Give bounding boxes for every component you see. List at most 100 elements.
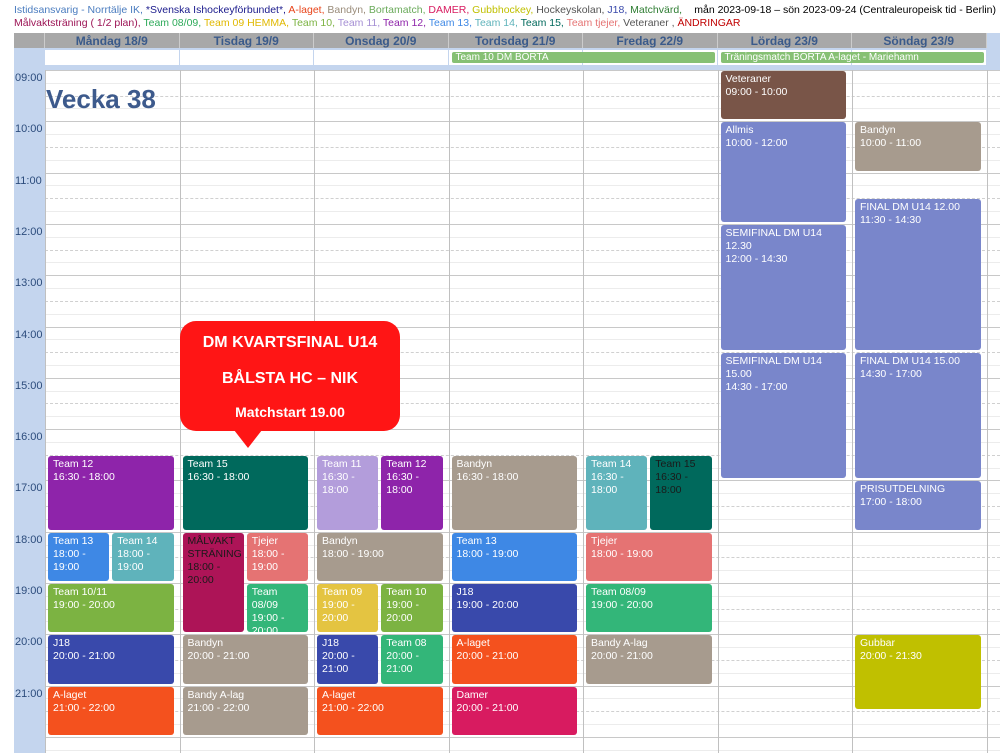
calendar-event[interactable]: Team 12 16:30 - 18:00 [381,455,443,530]
event-time: 18:00 - 19:00 [117,547,150,573]
day-header[interactable]: Söndag 23/9 [852,33,987,48]
event-title: Team 09 [322,586,363,598]
week-calendar: Måndag 18/9 Tisdag 19/9 Onsdag 20/9 Tordsda… [14,33,1000,753]
event-title: Team 15 [187,457,228,470]
day-divider [583,70,584,753]
calendar-event[interactable]: Team 14 16:30 - 18:00 [586,455,648,530]
calendar-event[interactable]: Team 14 18:00 - 19:00 [112,532,174,581]
event-time: 17:00 - 18:00 [860,496,922,509]
legend-item: J18, [607,4,631,16]
hour-line [45,82,1000,84]
event-time: 20:00 - 21:00 [386,650,419,676]
time-label: 21:00 [15,687,43,700]
calendar-event[interactable]: A-laget 20:00 - 21:00 [451,635,577,684]
calendar-event[interactable]: SEMIFINAL DM U14 12.30 12:00 - 14:30 [720,224,846,351]
calendar-event[interactable]: Gubbar 20:00 - 21:30 [855,635,981,710]
calendar-event[interactable]: Team 09 19:00 - 20:00 [317,584,379,633]
day-header[interactable]: Fredag 22/9 [583,33,718,48]
event-time: 21:00 - 22:00 [53,701,115,714]
allday-event[interactable]: Team 10 DM BORTA [451,52,715,63]
legend-line-2: Målvaktsträning ( 1/2 plan), Team 08/09,… [14,17,1000,30]
event-time: 14:30 - 17:00 [725,381,788,394]
event-title: Team 10 [386,586,427,598]
calendar-event[interactable]: Team 08 20:00 - 21:00 [381,635,443,684]
day-header[interactable]: Tisdag 19/9 [179,33,314,48]
day-divider [986,70,988,753]
event-title: J18 [53,637,70,650]
time-label: 10:00 [15,123,43,136]
event-title: Team 13 [456,534,497,547]
calendar-event[interactable]: PRISUTDELNING 17:00 - 18:00 [855,481,981,530]
allday-cell[interactable] [45,50,180,65]
event-title: Bandy A-lag [187,688,245,701]
day-header[interactable]: Onsdag 20/9 [314,33,449,48]
legend-item: Bandyn, [327,4,369,16]
event-time: 16:30 - 18:00 [456,470,519,483]
allday-cell[interactable] [314,50,449,65]
calendar-event[interactable]: A-laget 21:00 - 22:00 [48,686,174,735]
calendar-event[interactable]: FINAL DM U14 15.00 14:30 - 17:00 [855,353,981,479]
event-time: 18:00 - 19:00 [53,547,86,573]
calendar-event[interactable]: Team 15 16:30 - 18:00 [182,455,308,530]
calendar-event[interactable]: FINAL DM U14 12.00 11:30 - 14:30 [855,199,981,351]
calendar-event[interactable]: J18 20:00 - 21:00 [48,635,174,684]
legend-item: Team 13, [428,17,475,29]
calendar-event[interactable]: SEMIFINAL DM U14 15.00 14:30 - 17:00 [720,353,846,479]
calendar-event[interactable]: Team 10/11 19:00 - 20:00 [48,584,174,633]
calendar-event[interactable]: Bandyn 10:00 - 11:00 [855,122,981,171]
calendar-event[interactable]: Team 08/09 19:00 - 20:00 [246,584,308,633]
calendar-event[interactable]: Veteraner 09:00 - 10:00 [720,71,846,120]
day-header[interactable]: Måndag 18/9 [45,33,180,48]
event-time: 10:00 - 12:00 [725,137,788,150]
legend-item: Gubbhockey, [472,4,537,16]
allday-cell[interactable] [179,50,314,65]
event-time: 16:30 - 18:00 [322,470,355,496]
calendar-event[interactable]: Tjejer 18:00 - 19:00 [246,532,308,581]
calendar-event[interactable]: J18 20:00 - 21:00 [317,635,379,684]
event-title: Team 13 [53,534,94,547]
calendar-event[interactable]: Allmis 10:00 - 12:00 [720,122,846,222]
calendar-event[interactable]: Tjejer 18:00 - 19:00 [586,532,712,581]
event-title: Bandyn [456,457,493,470]
day-header[interactable]: Tordsdag 21/9 [448,33,583,48]
calendar-event[interactable]: J18 19:00 - 20:00 [451,584,577,633]
legend-item: Hockeyskolan, [536,4,608,16]
calendar-event[interactable]: Bandyn 20:00 - 21:00 [182,635,308,684]
calendar-event[interactable]: Damer 20:00 - 21:00 [451,686,577,735]
hour-line [45,108,1000,110]
event-title: Team 11 [322,457,362,470]
calendar-event[interactable]: Team 08/09 19:00 - 20:00 [586,584,712,633]
calendar-event[interactable]: Bandy A-lag 21:00 - 22:00 [182,686,308,735]
calendar-event[interactable]: Team 13 18:00 - 19:00 [451,532,577,581]
event-time: 19:00 - 20:00 [53,599,115,611]
calendar-event[interactable]: Bandyn 18:00 - 19:00 [317,532,443,581]
calendar-event[interactable]: Team 12 16:30 - 18:00 [48,455,174,530]
event-title: J18 [322,637,339,650]
calendar-event[interactable]: Team 10 19:00 - 20:00 [381,584,443,633]
allday-event[interactable]: Träningsmatch BORTA A-laget - Mariehamn [720,52,984,63]
legend-item: Team 14, [474,17,521,29]
event-title: A-laget [53,688,87,701]
event-time: 11:30 - 14:30 [860,214,922,227]
calendar-event[interactable]: A-laget 21:00 - 22:00 [317,686,443,735]
event-title: Team 08/09 [251,586,279,611]
time-label: 12:00 [15,225,43,238]
event-title: A-laget [322,688,356,701]
time-label: 13:00 [15,277,43,290]
event-time: 19:00 - 20:00 [456,599,519,611]
calendar-event[interactable]: Bandyn 16:30 - 18:00 [451,455,577,530]
hour-line [45,172,1000,174]
event-time: 16:30 - 18:00 [53,470,115,483]
day-header[interactable]: Lördag 23/9 [717,33,852,48]
calendar-event[interactable]: Team 11 16:30 - 18:00 [317,455,379,530]
calendar-event[interactable]: Bandy A-lag 20:00 - 21:00 [586,635,712,684]
event-title: Team 14 [591,457,632,470]
calendar-event[interactable]: Team 13 18:00 - 19:00 [48,532,110,581]
calendar-event[interactable]: MÅLVAKT STRÄNING 18:00 - 20:00 [182,532,244,633]
day-divider [448,70,450,753]
event-time: 18:00 - 19:00 [251,547,285,573]
legend-item: Veteraner , [623,17,678,29]
event-title: Gubbar [860,637,896,650]
event-title: Tjejer [251,534,279,547]
calendar-event[interactable]: Team 15 16:30 - 18:00 [650,455,712,530]
